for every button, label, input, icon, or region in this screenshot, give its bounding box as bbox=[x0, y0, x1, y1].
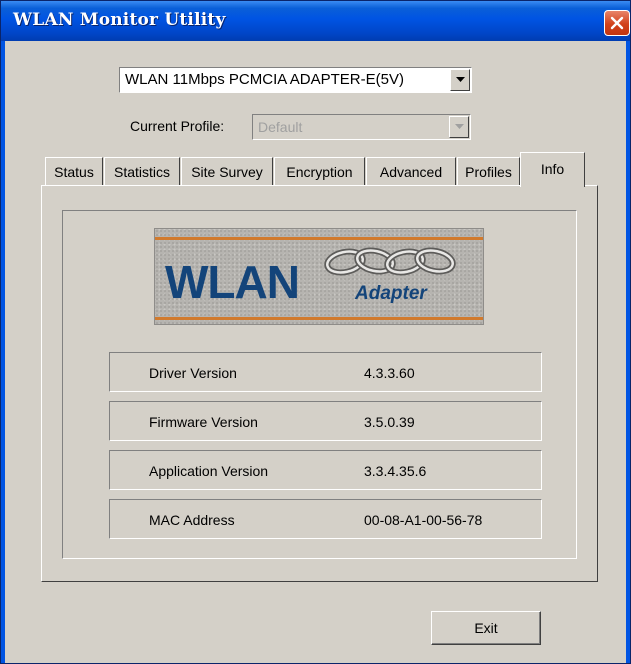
mac-address-value: 00-08-A1-00-56-78 bbox=[364, 512, 483, 528]
firmware-version-value: 3.5.0.39 bbox=[364, 414, 415, 430]
firmware-version-label: Firmware Version bbox=[149, 414, 258, 430]
driver-version-row: Driver Version 4.3.3.60 bbox=[109, 352, 542, 392]
current-profile-dropdown-button[interactable] bbox=[449, 116, 469, 138]
close-button[interactable] bbox=[604, 10, 630, 36]
application-version-label: Application Version bbox=[149, 463, 269, 479]
adapter-dropdown[interactable]: WLAN 11Mbps PCMCIA ADAPTER-E(5V) bbox=[119, 67, 472, 93]
mac-address-label: MAC Address bbox=[149, 512, 235, 528]
exit-button[interactable]: Exit bbox=[431, 611, 541, 645]
logo-title: WLAN bbox=[165, 256, 300, 308]
driver-version-value: 4.3.3.60 bbox=[364, 365, 415, 381]
window-border-right bbox=[626, 41, 630, 663]
current-profile-dropdown[interactable]: Default bbox=[252, 114, 471, 140]
tab-profiles[interactable]: Profiles bbox=[457, 157, 520, 185]
adapter-dropdown-button[interactable] bbox=[450, 69, 470, 91]
logo-subtitle: Adapter bbox=[355, 283, 427, 304]
tab-info[interactable]: Info bbox=[520, 152, 585, 187]
firmware-version-row: Firmware Version 3.5.0.39 bbox=[109, 401, 542, 441]
mac-address-row: MAC Address 00-08-A1-00-56-78 bbox=[109, 499, 542, 539]
window-title: WLAN Monitor Utility bbox=[13, 10, 226, 30]
current-profile-label: Current Profile: bbox=[130, 118, 225, 134]
window-border-left bbox=[1, 41, 5, 663]
application-version-row: Application Version 3.3.4.35.6 bbox=[109, 450, 542, 490]
tab-status[interactable]: Status bbox=[45, 157, 103, 185]
wlan-adapter-logo: WLAN Adapter bbox=[154, 228, 484, 325]
tab-advanced[interactable]: Advanced bbox=[366, 157, 456, 185]
adapter-dropdown-value: WLAN 11Mbps PCMCIA ADAPTER-E(5V) bbox=[125, 71, 404, 88]
tab-site-survey[interactable]: Site Survey bbox=[181, 157, 273, 185]
wlan-monitor-window: WLAN Monitor Utility WLAN 11Mbps PCMCIA … bbox=[0, 0, 631, 664]
tab-encryption[interactable]: Encryption bbox=[274, 157, 365, 185]
driver-version-label: Driver Version bbox=[149, 365, 237, 381]
tab-statistics[interactable]: Statistics bbox=[104, 157, 180, 185]
current-profile-value: Default bbox=[258, 119, 303, 135]
title-bar[interactable]: WLAN Monitor Utility bbox=[1, 1, 630, 41]
application-version-value: 3.3.4.35.6 bbox=[364, 463, 427, 479]
